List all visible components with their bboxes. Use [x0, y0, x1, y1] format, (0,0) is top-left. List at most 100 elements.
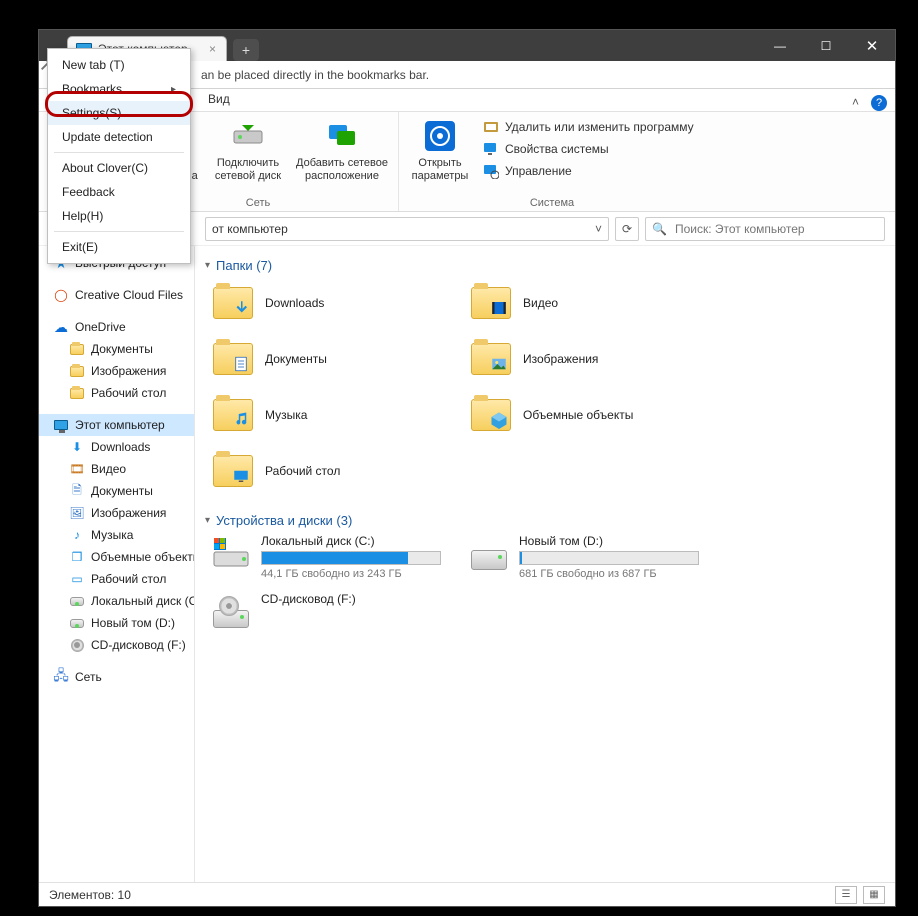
ribbon-item-uninstall[interactable]: Удалить или изменить программу [479, 118, 699, 136]
menu-bookmarks[interactable]: Bookmarks▸ [48, 77, 190, 101]
drive-icon [69, 615, 85, 631]
close-window-button[interactable]: ✕ [849, 30, 895, 61]
view-details-button[interactable]: ☰ [835, 886, 857, 904]
disc-icon [211, 592, 251, 632]
disc-icon [69, 637, 85, 653]
usage-bar [261, 551, 441, 565]
folder-icon [69, 363, 85, 379]
menu-settings[interactable]: Settings(S) [48, 101, 190, 125]
nav-od-docs[interactable]: Документы [39, 338, 194, 360]
folder-icon [213, 343, 253, 375]
collapse-ribbon-icon[interactable]: ˄ [846, 93, 865, 111]
video-icon: 🎞 [69, 461, 85, 477]
nav-od-pics[interactable]: Изображения [39, 360, 194, 382]
ribbon-tab-view[interactable]: Вид [197, 87, 241, 111]
folder-icon [69, 341, 85, 357]
content-area: ▾Папки (7) Downloads Видео Документы Изо… [195, 246, 895, 882]
view-large-button[interactable]: ▦ [863, 886, 885, 904]
drive-icon [69, 593, 85, 609]
nav-od-desk[interactable]: Рабочий стол [39, 382, 194, 404]
drive-icon [469, 534, 509, 574]
nav-this-pc[interactable]: Этот компьютер [39, 414, 194, 436]
download-icon: ⬇ [69, 439, 85, 455]
group-folders-header[interactable]: ▾Папки (7) [205, 258, 885, 273]
maximize-button[interactable]: ☐ [803, 30, 849, 61]
menu-help[interactable]: Help(H) [48, 204, 190, 228]
folder-downloads[interactable]: Downloads [211, 279, 461, 327]
manage-icon [483, 163, 499, 179]
chevron-down-icon: ▾ [205, 260, 210, 271]
desktop-icon: ▭ [69, 571, 85, 587]
ribbon-item-manage[interactable]: Управление [479, 162, 699, 180]
usage-bar [519, 551, 699, 565]
drive-f[interactable]: CD-дисковод (F:) [211, 592, 461, 632]
address-bar[interactable]: от компьютер ˅ [205, 217, 609, 241]
search-input[interactable] [673, 221, 878, 237]
folder-desk[interactable]: Рабочий стол [211, 447, 461, 495]
folder-3d[interactable]: Объемные объекты [469, 391, 719, 439]
menu-separator [54, 231, 184, 232]
help-icon[interactable]: ? [871, 95, 887, 111]
folder-music[interactable]: Музыка [211, 391, 461, 439]
search-box[interactable]: 🔍 [645, 217, 885, 241]
nav-video[interactable]: 🎞Видео [39, 458, 194, 480]
group-drives-header[interactable]: ▾Устройства и диски (3) [205, 513, 885, 528]
menu-separator [54, 152, 184, 153]
monitor-icon [53, 417, 69, 433]
nav-ddrive[interactable]: Новый том (D:) [39, 612, 194, 634]
docs-icon: 🗎 [69, 483, 85, 499]
folder-icon [471, 287, 511, 319]
nav-pics[interactable]: 🖼Изображения [39, 502, 194, 524]
close-tab-icon[interactable]: × [209, 43, 216, 55]
uninstall-icon [483, 119, 499, 135]
refresh-button[interactable]: ⟳ [615, 217, 639, 241]
add-location-icon [325, 119, 359, 153]
nav-docs[interactable]: 🗎Документы [39, 480, 194, 502]
folder-icon [471, 399, 511, 431]
menu-about[interactable]: About Clover(C) [48, 156, 190, 180]
ribbon-item-add-location[interactable]: Добавить сетевое расположение [292, 116, 392, 184]
network-icon: 🖧 [53, 669, 69, 685]
nav-cdrive[interactable]: Локальный диск (C:) [39, 590, 194, 612]
search-icon: 🔍 [652, 222, 667, 236]
menu-feedback[interactable]: Feedback [48, 180, 190, 204]
nav-network[interactable]: 🖧Сеть [39, 666, 194, 688]
nav-desk[interactable]: ▭Рабочий стол [39, 568, 194, 590]
minimize-button[interactable]: — [757, 30, 803, 61]
drive-c[interactable]: Локальный диск (C:) 44,1 ГБ свободно из … [211, 534, 461, 580]
nav-onedrive[interactable]: ☁OneDrive [39, 316, 194, 338]
folder-docs[interactable]: Документы [211, 335, 461, 383]
nav-tree[interactable]: ★Быстрый доступ ◯Creative Cloud Files ☁O… [39, 246, 195, 882]
folder-icon [213, 287, 253, 319]
nav-dvd[interactable]: CD-дисковод (F:) [39, 634, 194, 656]
folder-icon [213, 399, 253, 431]
drive-icon [211, 534, 251, 574]
nav-ccf[interactable]: ◯Creative Cloud Files [39, 284, 194, 306]
folder-pics[interactable]: Изображения [469, 335, 719, 383]
menu-update[interactable]: Update detection [48, 125, 190, 149]
chevron-down-icon: ▾ [205, 515, 210, 526]
ribbon-group-label-system: Система [530, 195, 574, 209]
ribbon-item-system-props[interactable]: Свойства системы [479, 140, 699, 158]
map-drive-icon [231, 119, 265, 153]
nav-3d[interactable]: ❒Объемные объекты [39, 546, 194, 568]
explorer-window: Этот компьютер × + — ☐ ✕ an be placed di… [38, 29, 896, 907]
nav-downloads[interactable]: ⬇Downloads [39, 436, 194, 458]
settings-icon [423, 119, 457, 153]
music-icon: ♪ [69, 527, 85, 543]
folder-video[interactable]: Видео [469, 279, 719, 327]
nav-music[interactable]: ♪Музыка [39, 524, 194, 546]
status-bar: Элементов: 10 ☰ ▦ [39, 882, 895, 906]
menu-exit[interactable]: Exit(E) [48, 235, 190, 259]
chevron-down-icon[interactable]: ˅ [595, 222, 602, 236]
ribbon-group-label-network: Сеть [246, 195, 270, 209]
menu-new-tab[interactable]: New tab (T) [48, 53, 190, 77]
cloud-icon: ☁ [53, 319, 69, 335]
wrench-menu: New tab (T) Bookmarks▸ Settings(S) Updat… [47, 48, 191, 264]
ribbon-item-map-drive[interactable]: Подключить сетевой диск [208, 116, 288, 184]
pics-icon: 🖼 [69, 505, 85, 521]
ribbon-item-open-settings[interactable]: Открыть параметры [405, 116, 475, 184]
creative-cloud-icon: ◯ [53, 287, 69, 303]
drive-d[interactable]: Новый том (D:) 681 ГБ свободно из 687 ГБ [469, 534, 719, 580]
new-tab-button[interactable]: + [233, 39, 259, 61]
